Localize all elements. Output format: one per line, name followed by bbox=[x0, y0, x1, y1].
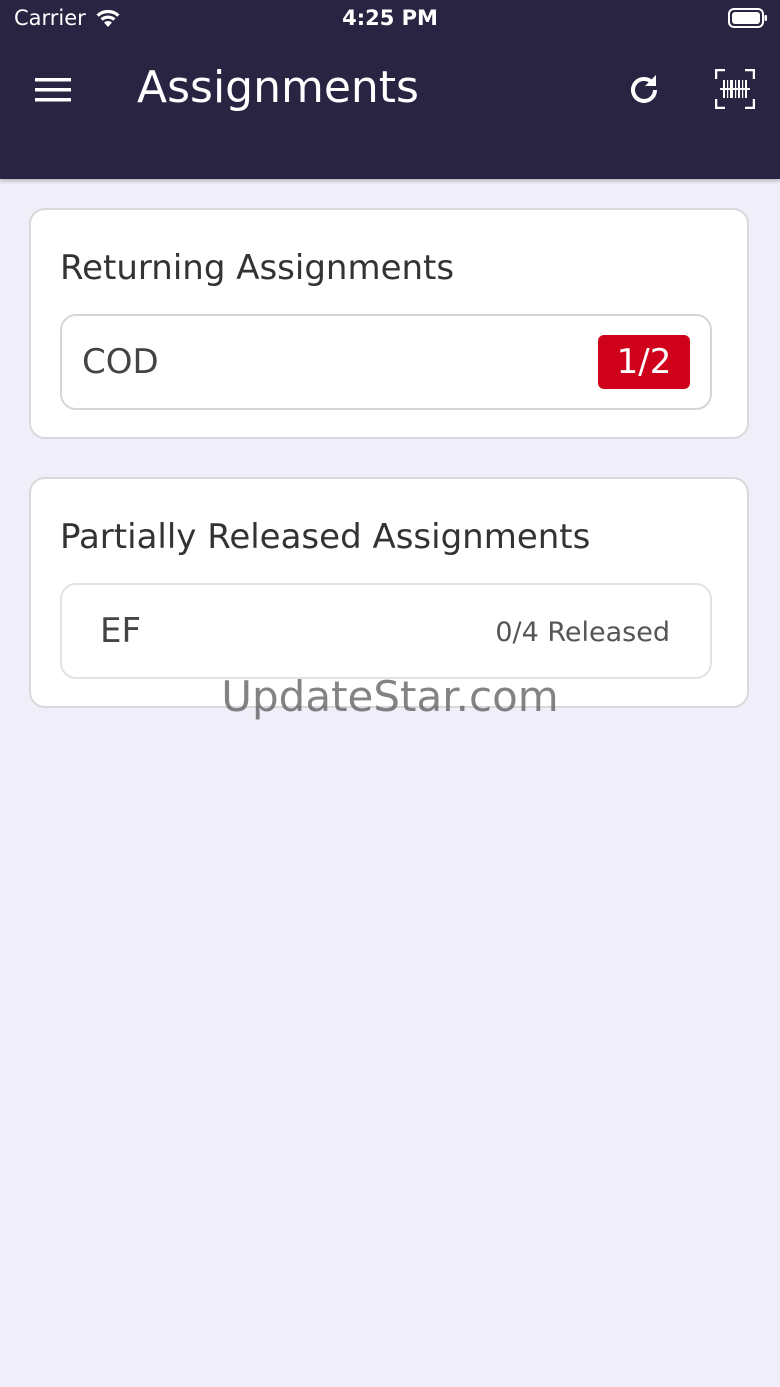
returning-assignments-title: Returning Assignments bbox=[60, 248, 455, 288]
status-time: 4:25 PM bbox=[342, 6, 438, 30]
count-badge: 1/2 bbox=[598, 335, 690, 389]
refresh-icon bbox=[626, 72, 662, 112]
barcode-scan-icon bbox=[714, 68, 756, 113]
status-bar: Carrier 4:25 PM bbox=[0, 0, 780, 40]
assignment-label: COD bbox=[82, 342, 159, 382]
menu-button[interactable] bbox=[30, 70, 76, 114]
returning-assignment-item-cod[interactable]: COD 1/2 bbox=[60, 314, 712, 410]
returning-assignments-card: Returning Assignments COD 1/2 bbox=[29, 208, 749, 439]
release-status: 0/4 Released bbox=[495, 617, 670, 648]
page-title: Assignments bbox=[137, 62, 419, 113]
hamburger-menu-icon bbox=[35, 76, 71, 108]
partially-released-assignments-title: Partially Released Assignments bbox=[60, 517, 591, 557]
battery-icon bbox=[728, 8, 767, 28]
watermark: UpdateStar.com bbox=[221, 672, 559, 721]
barcode-scan-button[interactable] bbox=[708, 66, 762, 116]
refresh-button[interactable] bbox=[620, 68, 668, 116]
partial-assignment-item-ef[interactable]: EF 0/4 Released bbox=[60, 583, 712, 679]
assignment-label: EF bbox=[100, 611, 142, 651]
app-header: Carrier 4:25 PM Assignments bbox=[0, 0, 780, 179]
